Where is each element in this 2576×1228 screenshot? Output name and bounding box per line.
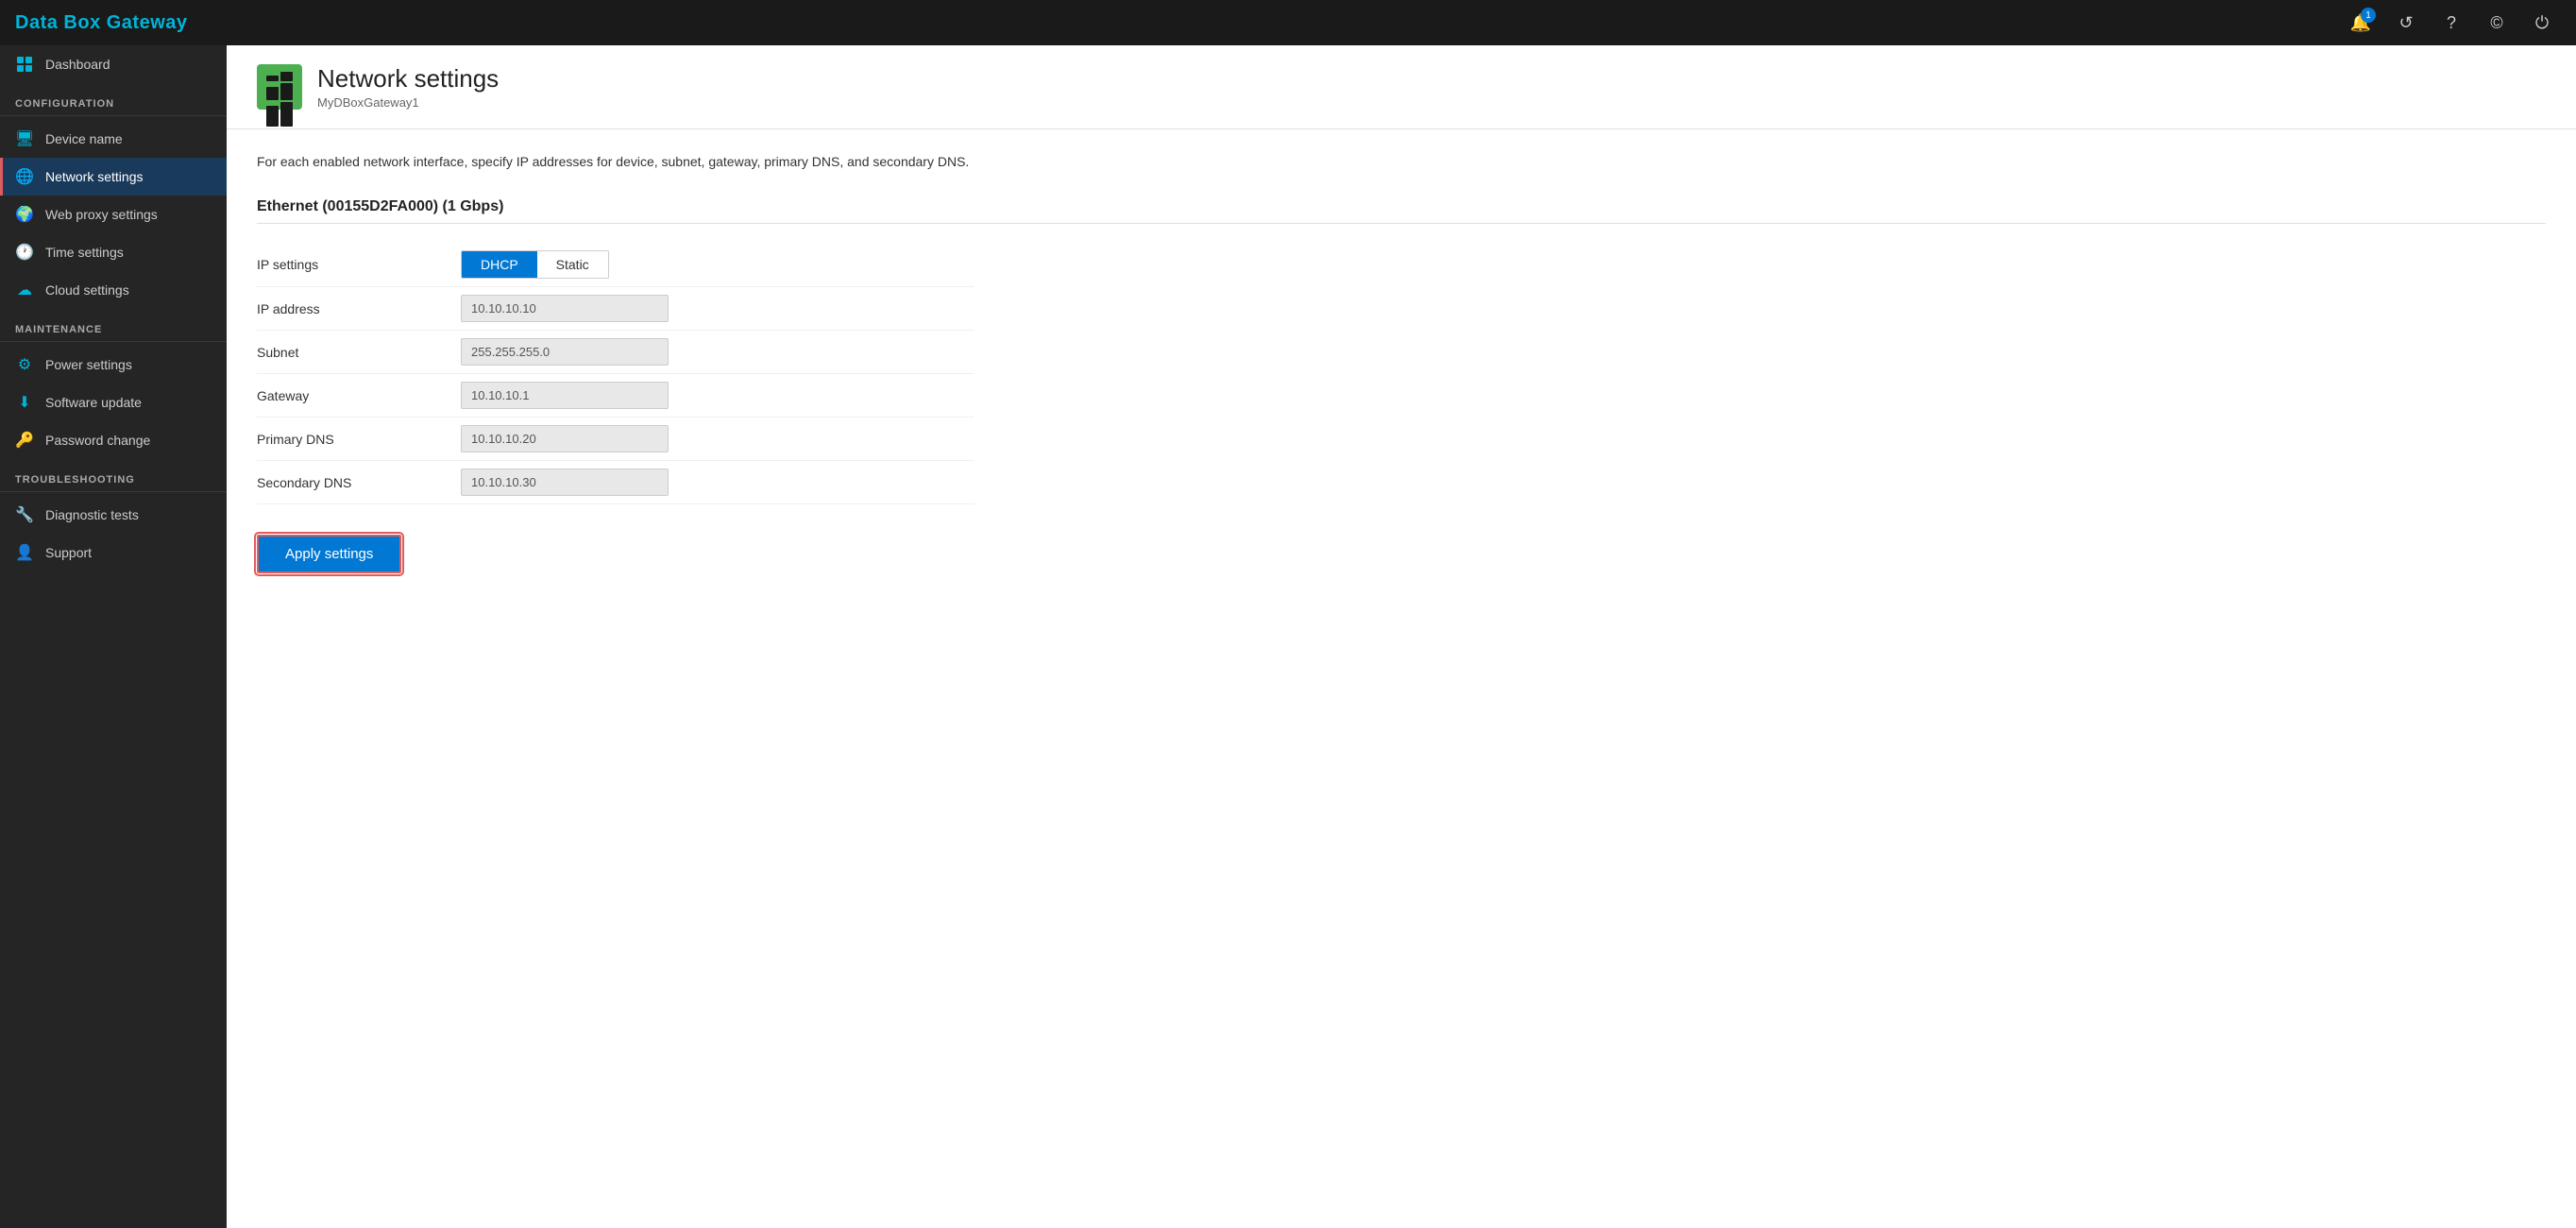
sidebar-item-device-name[interactable]: 🖥 Device name bbox=[0, 120, 227, 158]
sidebar-dashboard-label: Dashboard bbox=[45, 57, 110, 72]
maintenance-section-label: MAINTENANCE bbox=[0, 309, 227, 341]
notifications-button[interactable]: 🔔 1 bbox=[2342, 4, 2380, 42]
section-header: Ethernet (00155D2FA000) (1 Gbps) bbox=[257, 198, 2546, 224]
person-icon: 👤 bbox=[15, 543, 34, 562]
sidebar-web-proxy-label: Web proxy settings bbox=[45, 207, 158, 222]
content-area: Network settings MyDBoxGateway1 For each… bbox=[227, 45, 2576, 1228]
subnet-value bbox=[446, 331, 974, 374]
wrench-icon: 🔧 bbox=[15, 505, 34, 524]
primary-dns-value bbox=[446, 418, 974, 461]
gear-icon: ⚙ bbox=[15, 355, 34, 374]
apply-settings-button[interactable]: Apply settings bbox=[257, 535, 401, 573]
secondary-dns-input[interactable] bbox=[461, 469, 669, 496]
page-header-texts: Network settings MyDBoxGateway1 bbox=[317, 64, 499, 110]
sidebar-item-power-settings[interactable]: ⚙ Power settings bbox=[0, 346, 227, 384]
sidebar-item-web-proxy[interactable]: 🌍 Web proxy settings bbox=[0, 196, 227, 233]
gateway-value bbox=[446, 374, 974, 418]
sidebar-item-diagnostic-tests[interactable]: 🔧 Diagnostic tests bbox=[0, 496, 227, 534]
sidebar-item-dashboard[interactable]: Dashboard bbox=[0, 45, 227, 83]
sidebar-item-support[interactable]: 👤 Support bbox=[0, 534, 227, 571]
notification-badge: 1 bbox=[2361, 8, 2376, 23]
topbar: Data Box Gateway 🔔 1 ↺ ? © ⏻ bbox=[0, 0, 2576, 45]
troubleshooting-divider bbox=[0, 491, 227, 492]
main-layout: Dashboard CONFIGURATION 🖥 Device name 🌐 … bbox=[0, 45, 2576, 1228]
sidebar-item-password-change[interactable]: 🔑 Password change bbox=[0, 421, 227, 459]
troubleshooting-section-label: TROUBLESHOOTING bbox=[0, 459, 227, 491]
sidebar-device-name-label: Device name bbox=[45, 131, 123, 146]
ip-address-value bbox=[446, 287, 974, 331]
refresh-button[interactable]: ↺ bbox=[2387, 4, 2425, 42]
grid-icon bbox=[15, 55, 34, 74]
topbar-actions: 🔔 1 ↺ ? © ⏻ bbox=[2342, 4, 2561, 42]
power-button[interactable]: ⏻ bbox=[2523, 4, 2561, 42]
page-icon-bars bbox=[266, 72, 293, 102]
dhcp-button[interactable]: DHCP bbox=[462, 251, 537, 278]
sidebar-item-cloud-settings[interactable]: ☁ Cloud settings bbox=[0, 271, 227, 309]
static-button[interactable]: Static bbox=[537, 251, 608, 278]
maintenance-divider bbox=[0, 341, 227, 342]
page-subtitle: MyDBoxGateway1 bbox=[317, 95, 499, 110]
secondary-dns-value bbox=[446, 461, 974, 504]
gateway-label: Gateway bbox=[257, 374, 446, 418]
sidebar-cloud-label: Cloud settings bbox=[45, 282, 129, 298]
subnet-input[interactable] bbox=[461, 338, 669, 366]
primary-dns-label: Primary DNS bbox=[257, 418, 446, 461]
download-icon: ⬇ bbox=[15, 393, 34, 412]
gateway-input[interactable] bbox=[461, 382, 669, 409]
ip-settings-value: DHCP Static bbox=[446, 243, 974, 287]
sidebar-password-label: Password change bbox=[45, 433, 150, 448]
sidebar-item-software-update[interactable]: ⬇ Software update bbox=[0, 384, 227, 421]
page-header: Network settings MyDBoxGateway1 bbox=[227, 45, 2576, 129]
sidebar-item-network-settings[interactable]: 🌐 Network settings bbox=[0, 158, 227, 196]
sidebar-power-label: Power settings bbox=[45, 357, 132, 372]
description-text: For each enabled network interface, spec… bbox=[257, 152, 2546, 172]
page-title: Network settings bbox=[317, 64, 499, 94]
app-title: Data Box Gateway bbox=[15, 12, 188, 34]
info-button[interactable]: © bbox=[2478, 4, 2516, 42]
configuration-section-label: CONFIGURATION bbox=[0, 83, 227, 115]
config-divider bbox=[0, 115, 227, 116]
sidebar-diagnostic-label: Diagnostic tests bbox=[45, 507, 139, 522]
key-icon: 🔑 bbox=[15, 431, 34, 450]
sidebar-support-label: Support bbox=[45, 545, 92, 560]
page-icon bbox=[257, 64, 302, 110]
help-button[interactable]: ? bbox=[2432, 4, 2470, 42]
content-body: For each enabled network interface, spec… bbox=[227, 129, 2576, 596]
network-form: IP settings DHCP Static IP address Subne… bbox=[257, 243, 974, 504]
ip-settings-label: IP settings bbox=[257, 243, 446, 287]
subnet-label: Subnet bbox=[257, 331, 446, 374]
cloud-icon: ☁ bbox=[15, 281, 34, 299]
sidebar-network-label: Network settings bbox=[45, 169, 143, 184]
sidebar: Dashboard CONFIGURATION 🖥 Device name 🌐 … bbox=[0, 45, 227, 1228]
sidebar-item-time-settings[interactable]: 🕐 Time settings bbox=[0, 233, 227, 271]
network-icon: 🌐 bbox=[15, 167, 34, 186]
clock-icon: 🕐 bbox=[15, 243, 34, 262]
sidebar-software-label: Software update bbox=[45, 395, 142, 410]
ip-address-label: IP address bbox=[257, 287, 446, 331]
secondary-dns-label: Secondary DNS bbox=[257, 461, 446, 504]
monitor-icon: 🖥 bbox=[15, 129, 34, 148]
ip-address-input[interactable] bbox=[461, 295, 669, 322]
primary-dns-input[interactable] bbox=[461, 425, 669, 452]
sidebar-time-label: Time settings bbox=[45, 245, 124, 260]
ip-mode-toggle[interactable]: DHCP Static bbox=[461, 250, 609, 279]
globe-icon: 🌍 bbox=[15, 205, 34, 224]
